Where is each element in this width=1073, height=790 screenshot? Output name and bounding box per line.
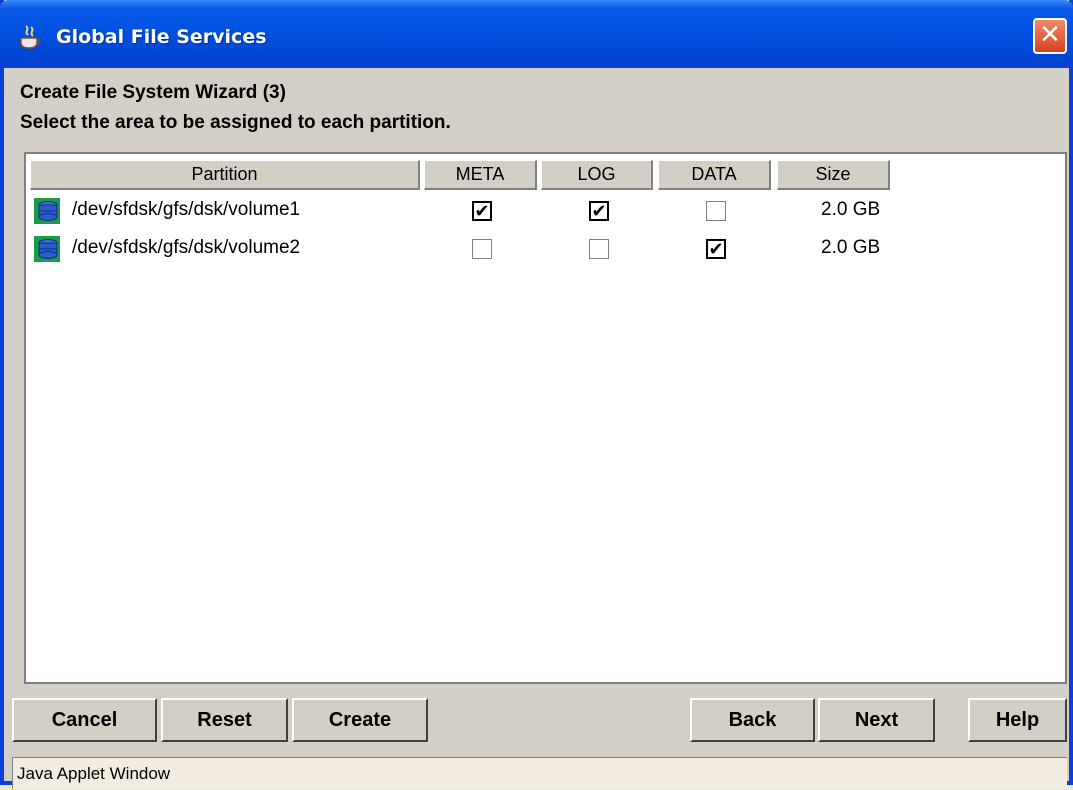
log-checkbox[interactable]	[589, 239, 609, 259]
column-header-log[interactable]: LOG	[541, 160, 653, 190]
create-button[interactable]: Create	[292, 698, 428, 742]
log-checkbox[interactable]: ✔	[589, 201, 609, 221]
column-header-meta[interactable]: META	[424, 160, 537, 190]
title-bar[interactable]: Global File Services ✕	[0, 0, 1073, 68]
reset-button[interactable]: Reset	[161, 698, 288, 742]
column-header-partition[interactable]: Partition	[30, 160, 420, 190]
table-row[interactable]: /dev/sfdsk/gfs/dsk/volume1 ✔ ✔ 2.0 GB	[26, 192, 1065, 228]
partition-path: /dev/sfdsk/gfs/dsk/volume2	[72, 237, 301, 258]
data-checkbox[interactable]: ✔	[706, 239, 726, 259]
close-button[interactable]: ✕	[1033, 18, 1067, 54]
close-icon: ✕	[1039, 20, 1061, 50]
data-checkbox[interactable]	[706, 201, 726, 221]
column-header-data[interactable]: DATA	[658, 160, 771, 190]
meta-checkbox[interactable]	[472, 239, 492, 259]
table-row[interactable]: /dev/sfdsk/gfs/dsk/volume2 ✔ 2.0 GB	[26, 230, 1065, 266]
cancel-button[interactable]: Cancel	[12, 698, 157, 742]
meta-checkbox[interactable]: ✔	[472, 201, 492, 221]
next-button[interactable]: Next	[818, 698, 935, 742]
partition-size: 2.0 GB	[821, 199, 881, 220]
wizard-content: Create File System Wizard (3) Select the…	[4, 68, 1069, 789]
partition-path: /dev/sfdsk/gfs/dsk/volume1	[72, 199, 301, 220]
partition-size: 2.0 GB	[821, 237, 881, 258]
help-button[interactable]: Help	[968, 698, 1067, 742]
status-bar: Java Applet Window	[12, 757, 1067, 789]
disk-volume-icon	[34, 198, 60, 224]
disk-volume-icon	[34, 236, 60, 262]
wizard-window: Global File Services ✕ Create File Syste…	[0, 0, 1073, 789]
wizard-instruction: Select the area to be assigned to each p…	[20, 112, 451, 133]
wizard-step-title: Create File System Wizard (3)	[20, 82, 286, 103]
java-coffee-icon	[20, 25, 41, 49]
window-title: Global File Services	[56, 26, 267, 48]
column-header-size[interactable]: Size	[777, 160, 890, 190]
partition-table: Partition META LOG DATA Size /dev/sfdsk/…	[24, 152, 1067, 684]
back-button[interactable]: Back	[690, 698, 815, 742]
